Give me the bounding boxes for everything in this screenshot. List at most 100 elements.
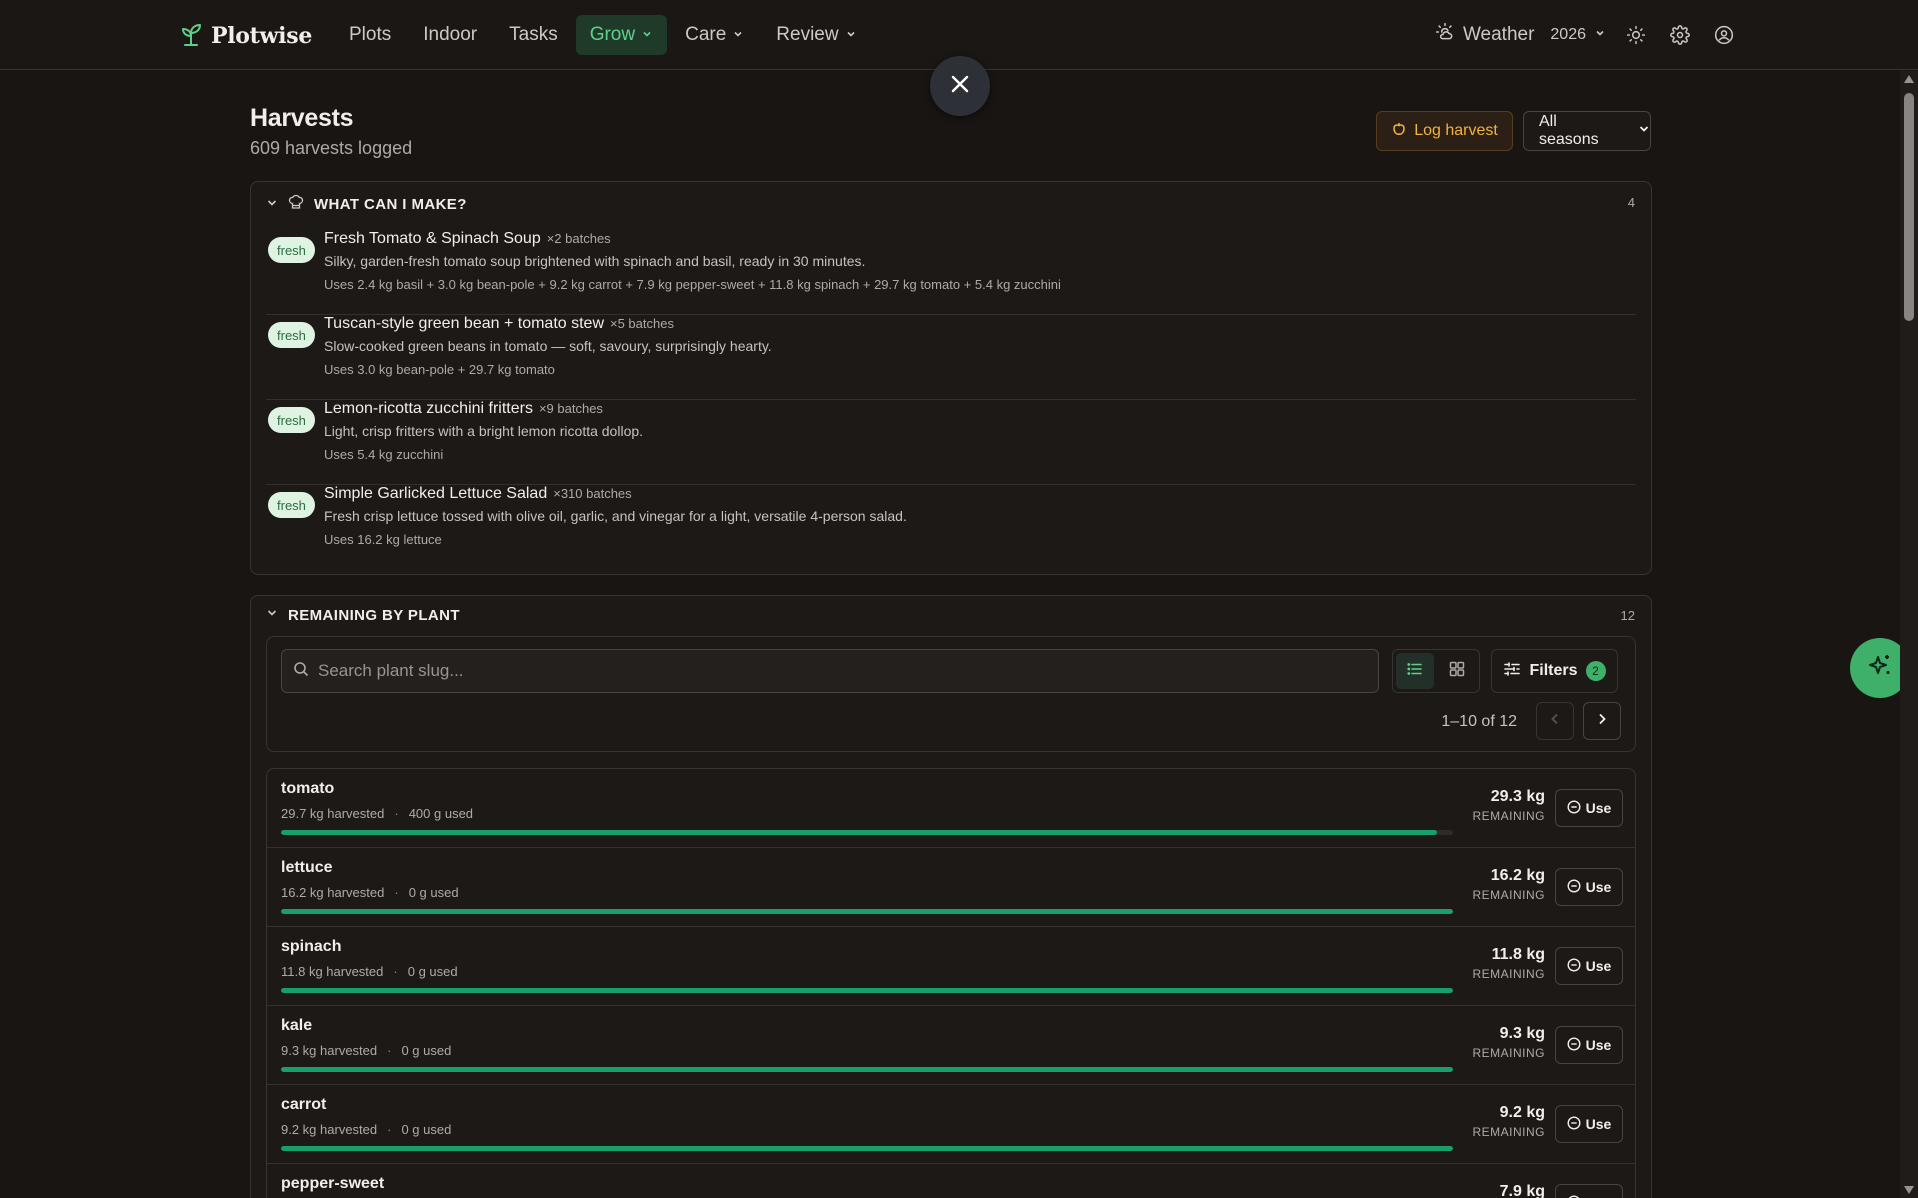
use-button[interactable]: Use <box>1555 868 1623 906</box>
plant-meta: 11.8 kg harvested · 0 g used <box>281 964 458 979</box>
minus-circle-icon <box>1567 957 1581 975</box>
recipe-item[interactable]: fresh Tuscan-style green bean + tomato st… <box>266 315 1636 400</box>
log-harvest-button[interactable]: Log harvest <box>1376 111 1513 151</box>
plant-name: carrot <box>281 1096 327 1113</box>
recipe-name[interactable]: Lemon-ricotta zucchini fritters <box>324 400 533 418</box>
plant-list: tomato 29.7 kg harvested · 400 g used 29.3 k… <box>266 768 1636 1198</box>
list-icon <box>1406 660 1424 683</box>
nav-review[interactable]: Review <box>762 15 870 55</box>
minus-circle-icon <box>1567 878 1581 896</box>
plant-row: carrot 9.2 kg harvested · 0 g used 9.2 kg REM… <box>267 1085 1635 1164</box>
used-amount: 0 g used <box>407 964 458 979</box>
minus-circle-icon <box>1567 1195 1581 1198</box>
nav-plots[interactable]: Plots <box>335 15 405 55</box>
weather-link[interactable]: Weather <box>1435 22 1534 48</box>
recipe-title-row: Tuscan-style green bean + tomato stew ×5 … <box>324 315 674 333</box>
remaining-progress-bar <box>281 1067 1453 1072</box>
brand-name: Plotwise <box>211 22 313 49</box>
use-label: Use <box>1585 1116 1612 1132</box>
nav-care[interactable]: Care <box>671 15 758 55</box>
remaining-amount: 9.2 kg REMAINING <box>1472 1104 1545 1139</box>
plant-row: pepper-sweet 7.9 kgREMAINING Use <box>267 1164 1635 1198</box>
use-button[interactable]: Use <box>1555 1105 1623 1143</box>
remaining-amount: 9.3 kg REMAINING <box>1472 1025 1545 1060</box>
account-avatar-icon[interactable] <box>1710 21 1738 49</box>
next-page-button[interactable] <box>1583 702 1621 740</box>
use-button[interactable]: Use <box>1555 789 1623 827</box>
remaining-kg: 11.8 kg <box>1491 946 1545 963</box>
nav-right: Weather 2026 <box>1435 15 1738 55</box>
plant-meta: 29.7 kg harvested · 400 g used <box>281 806 473 821</box>
close-button[interactable] <box>930 56 990 116</box>
remaining-label: REMAINING <box>1472 1046 1545 1060</box>
fresh-badge: fresh <box>268 492 315 518</box>
remaining-label: REMAINING <box>1472 1125 1545 1139</box>
use-label: Use <box>1585 1037 1612 1053</box>
plant-count: 12 <box>1620 608 1635 623</box>
settings-gear-icon[interactable] <box>1666 21 1694 49</box>
recipe-name[interactable]: Tuscan-style green bean + tomato stew <box>324 315 604 333</box>
used-amount: 0 g used <box>401 1122 452 1137</box>
chevron-down-icon <box>266 196 278 214</box>
remaining-kg: 16.2 kg <box>1490 867 1545 884</box>
recipe-item[interactable]: fresh Lemon-ricotta zucchini fritters ×9 b… <box>266 400 1636 485</box>
separator-dot: · <box>394 885 399 900</box>
search-icon <box>293 661 309 682</box>
remaining-by-plant-toggle[interactable]: REMAINING BY PLANT <box>266 606 460 624</box>
use-button[interactable]: Use <box>1555 947 1623 985</box>
log-harvest-label: Log harvest <box>1414 122 1498 139</box>
remaining-progress-bar <box>281 830 1453 835</box>
view-toggle <box>1392 649 1480 693</box>
previous-page-button[interactable] <box>1536 702 1574 740</box>
sparkles-icon <box>1866 652 1894 685</box>
search-box[interactable] <box>281 649 1379 693</box>
plant-meta: 16.2 kg harvested · 0 g used <box>281 885 459 900</box>
nav-tasks[interactable]: Tasks <box>495 15 572 55</box>
grid-view-button[interactable] <box>1438 653 1476 689</box>
brand[interactable]: Plotwise <box>180 20 312 51</box>
recipe-item[interactable]: fresh Fresh Tomato & Spinach Soup ×2 batch… <box>266 230 1636 315</box>
recipe-name[interactable]: Fresh Tomato & Spinach Soup <box>324 230 541 248</box>
recipe-name[interactable]: Simple Garlicked Lettuce Salad <box>324 485 547 503</box>
plant-filter-panel: Filters 2 1–10 of 12 <box>266 636 1636 752</box>
nav-label: Tasks <box>509 24 558 45</box>
remaining-progress-fill <box>281 830 1438 835</box>
weather-label: Weather <box>1462 24 1535 45</box>
plant-row: spinach 11.8 kg harvested · 0 g used 11.8 kg… <box>267 927 1635 1006</box>
use-label: Use <box>1585 800 1612 816</box>
what-can-i-make-toggle[interactable]: WHAT CAN I MAKE? <box>266 194 467 215</box>
recipe-item[interactable]: fresh Simple Garlicked Lettuce Salad ×310 … <box>266 485 1636 570</box>
theme-toggle-sun-icon[interactable] <box>1622 21 1650 49</box>
list-view-button[interactable] <box>1396 653 1434 689</box>
remaining-kg: 9.2 kg <box>1499 1104 1545 1121</box>
nav-label: Care <box>685 24 727 45</box>
recipe-batches: ×5 batches <box>610 316 674 331</box>
plant-row: lettuce 16.2 kg harvested · 0 g used 16.2 kg… <box>267 848 1635 927</box>
remaining-amount: 16.2 kg REMAINING <box>1472 867 1545 902</box>
used-amount: 400 g used <box>408 806 474 821</box>
nav-indoor[interactable]: Indoor <box>409 15 491 55</box>
recipe-batches: ×2 batches <box>546 231 611 246</box>
search-input[interactable] <box>318 661 1318 681</box>
use-button[interactable]: Use <box>1555 1184 1623 1198</box>
chevron-down-icon <box>1638 122 1650 140</box>
plant-name: pepper-sweet <box>281 1175 385 1192</box>
recipe-ingredients: Uses 16.2 kg lettuce <box>324 532 442 547</box>
harvested-amount: 29.7 kg harvested <box>281 806 385 821</box>
scroll-down-arrow-icon[interactable] <box>1904 1186 1914 1194</box>
recipe-batches: ×310 batches <box>553 486 632 501</box>
scroll-up-arrow-icon[interactable] <box>1904 75 1914 83</box>
season-select[interactable]: All seasons <box>1523 111 1651 151</box>
sun-cloud-icon <box>1435 22 1455 48</box>
recipe-title-row: Lemon-ricotta zucchini fritters ×9 batche… <box>324 400 603 418</box>
used-amount: 0 g used <box>401 1043 452 1058</box>
scrollbar-thumb[interactable] <box>1904 93 1914 321</box>
nav-grow[interactable]: Grow <box>575 15 668 55</box>
sliders-icon <box>1503 660 1521 683</box>
plant-name: lettuce <box>281 859 333 876</box>
page-scrollbar[interactable] <box>1900 71 1918 1198</box>
filters-button[interactable]: Filters 2 <box>1491 649 1618 693</box>
year-select[interactable]: 2026 <box>1550 26 1606 44</box>
nav-links: Plots Indoor Tasks Grow Care Review <box>335 15 871 55</box>
use-button[interactable]: Use <box>1555 1026 1623 1064</box>
